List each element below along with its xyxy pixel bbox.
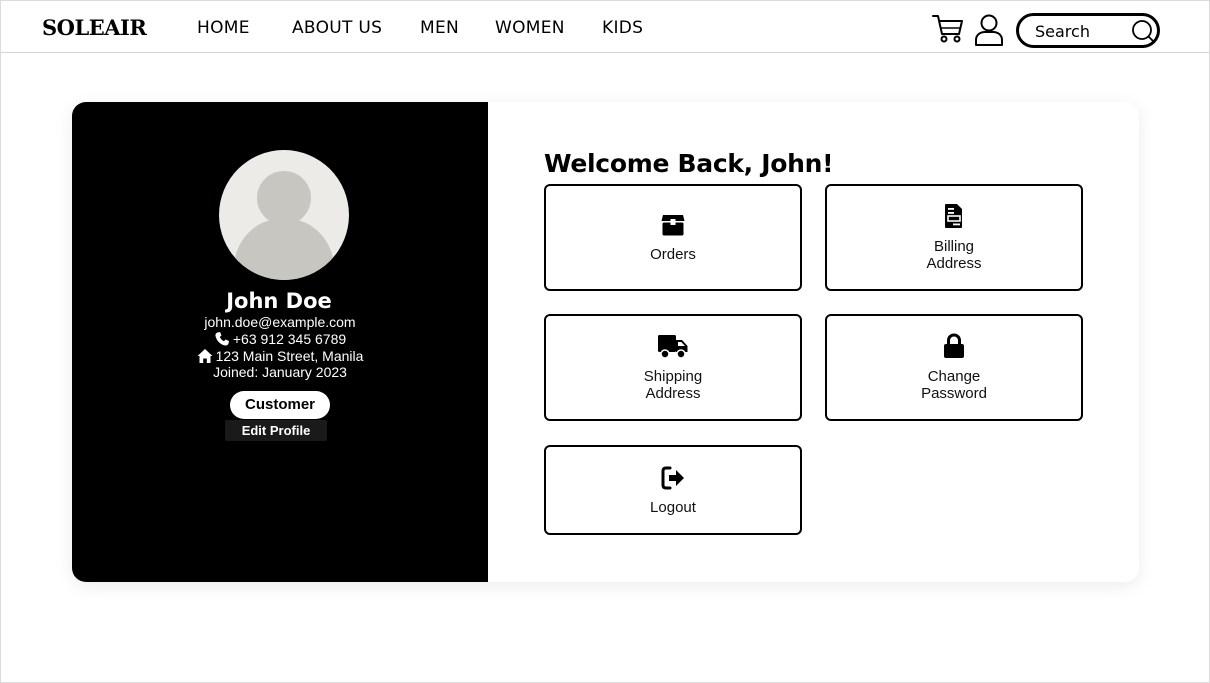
navbar: SOLEAIR HOME ABOUT US MEN WOMEN KIDS xyxy=(1,1,1209,53)
logout-tile[interactable]: Logout xyxy=(544,445,802,535)
nav-men[interactable]: MEN xyxy=(420,18,459,38)
lock-icon xyxy=(944,333,964,358)
search-icon[interactable] xyxy=(1131,19,1155,43)
orders-tile[interactable]: Orders xyxy=(544,184,802,291)
nav-about-us[interactable]: ABOUT US xyxy=(292,18,382,38)
profile-phone: +63 912 345 6789 xyxy=(72,331,488,347)
box-icon xyxy=(661,215,685,236)
logout-icon xyxy=(661,466,684,490)
home-icon xyxy=(197,349,213,363)
orders-label: Orders xyxy=(650,246,696,263)
shipping-address-label: Shipping Address xyxy=(546,368,800,402)
password-label-line2: Password xyxy=(921,385,987,402)
search-box[interactable] xyxy=(1016,13,1160,48)
change-password-label: Change Password xyxy=(827,368,1081,402)
truck-icon xyxy=(658,335,688,359)
role-badge: Customer xyxy=(230,391,330,419)
nav-home[interactable]: HOME xyxy=(197,18,250,38)
billing-address-tile[interactable]: Billing Address xyxy=(825,184,1083,291)
logout-label: Logout xyxy=(650,499,696,516)
profile-name: John Doe xyxy=(226,289,332,313)
avatar-placeholder-icon xyxy=(234,171,334,280)
change-password-tile[interactable]: Change Password xyxy=(825,314,1083,421)
edit-profile-button[interactable]: Edit Profile xyxy=(225,420,327,441)
shipping-label-line1: Shipping xyxy=(643,368,703,385)
profile-card: John Doe john.doe@example.com +63 912 34… xyxy=(72,102,1139,582)
profile-address: 123 Main Street, Manila xyxy=(72,348,488,364)
profile-address-text: 123 Main Street, Manila xyxy=(215,348,364,364)
phone-icon xyxy=(215,332,229,346)
cart-icon[interactable] xyxy=(931,12,965,44)
brand-logo[interactable]: SOLEAIR xyxy=(42,15,147,40)
profile-panel: John Doe john.doe@example.com +63 912 34… xyxy=(72,102,488,582)
profile-email-text: john.doe@example.com xyxy=(204,314,356,330)
search-input[interactable] xyxy=(1035,20,1131,42)
shipping-label-line2: Address xyxy=(645,385,701,402)
shipping-address-tile[interactable]: Shipping Address xyxy=(544,314,802,421)
billing-address-label: Billing Address xyxy=(827,238,1081,272)
profile-joined-text: Joined: January 2023 xyxy=(213,364,347,380)
nav-women[interactable]: WOMEN xyxy=(495,18,565,38)
avatar xyxy=(219,150,349,280)
profile-joined: Joined: January 2023 xyxy=(72,364,488,380)
billing-label-line1: Billing xyxy=(933,238,975,255)
user-icon[interactable] xyxy=(973,13,1005,47)
file-icon xyxy=(945,204,962,228)
nav-kids[interactable]: KIDS xyxy=(602,18,643,38)
profile-phone-text: +63 912 345 6789 xyxy=(232,331,347,347)
profile-email: john.doe@example.com xyxy=(72,314,488,330)
password-label-line1: Change xyxy=(927,368,981,385)
billing-label-line2: Address xyxy=(926,255,982,272)
welcome-heading: Welcome Back, John! xyxy=(544,149,834,178)
